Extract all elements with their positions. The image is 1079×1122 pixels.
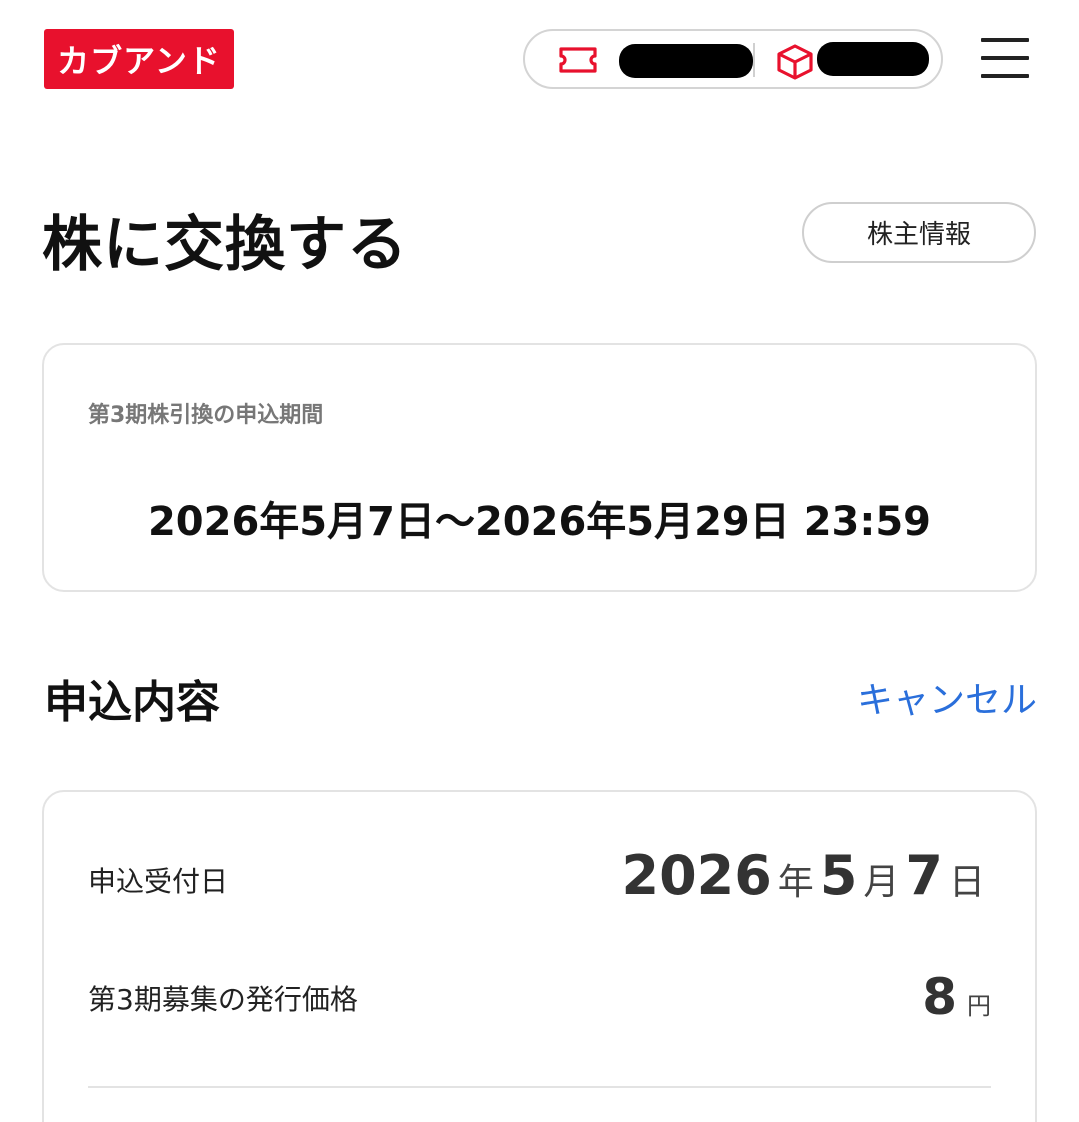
issue-price-value: 8円: [922, 968, 991, 1026]
shareholder-info-button[interactable]: 株主情報: [802, 202, 1036, 263]
date-day: 7: [905, 844, 943, 907]
page-title: 株に交換する: [42, 210, 408, 280]
date-year: 2026: [621, 844, 772, 907]
kabuand-logo[interactable]: カブアンド: [44, 29, 234, 89]
balance-pill[interactable]: [523, 29, 943, 89]
box-icon: [777, 44, 813, 80]
date-month-unit: 月: [863, 862, 900, 903]
date-year-unit: 年: [777, 862, 814, 903]
menu-line: [981, 74, 1029, 78]
pill-divider: [753, 43, 755, 77]
redacted-box-balance: [817, 42, 929, 76]
period-label: 第3期株引換の申込期間: [88, 403, 324, 428]
period-value: 2026年5月7日〜2026年5月29日 23:59: [147, 499, 932, 545]
price-number: 8: [922, 968, 957, 1026]
redacted-ticket-balance: [619, 44, 753, 78]
row-divider: [88, 1086, 991, 1088]
application-details-card: 申込受付日 2026 年 5 月 7 日 第3期募集の発行価格 8円: [42, 790, 1037, 1122]
accept-date-label: 申込受付日: [88, 865, 229, 898]
hamburger-menu-icon[interactable]: [981, 38, 1029, 80]
cancel-link[interactable]: キャンセル: [857, 671, 1037, 723]
application-details-heading: 申込内容: [44, 677, 220, 728]
price-unit: 円: [967, 992, 991, 1020]
menu-line: [981, 56, 1029, 60]
page: カブアンド 株に交換する 株主情報 第3期株引換の申込期間 2026年5月7日〜…: [0, 0, 1079, 1122]
menu-line: [981, 38, 1029, 42]
date-day-unit: 日: [948, 862, 985, 903]
ticket-icon: [559, 47, 597, 73]
issue-price-label: 第3期募集の発行価格: [88, 983, 358, 1016]
accept-date-value: 2026 年 5 月 7 日: [622, 844, 992, 907]
application-period-card: 第3期株引換の申込期間 2026年5月7日〜2026年5月29日 23:59: [42, 343, 1037, 592]
date-month: 5: [819, 844, 858, 907]
